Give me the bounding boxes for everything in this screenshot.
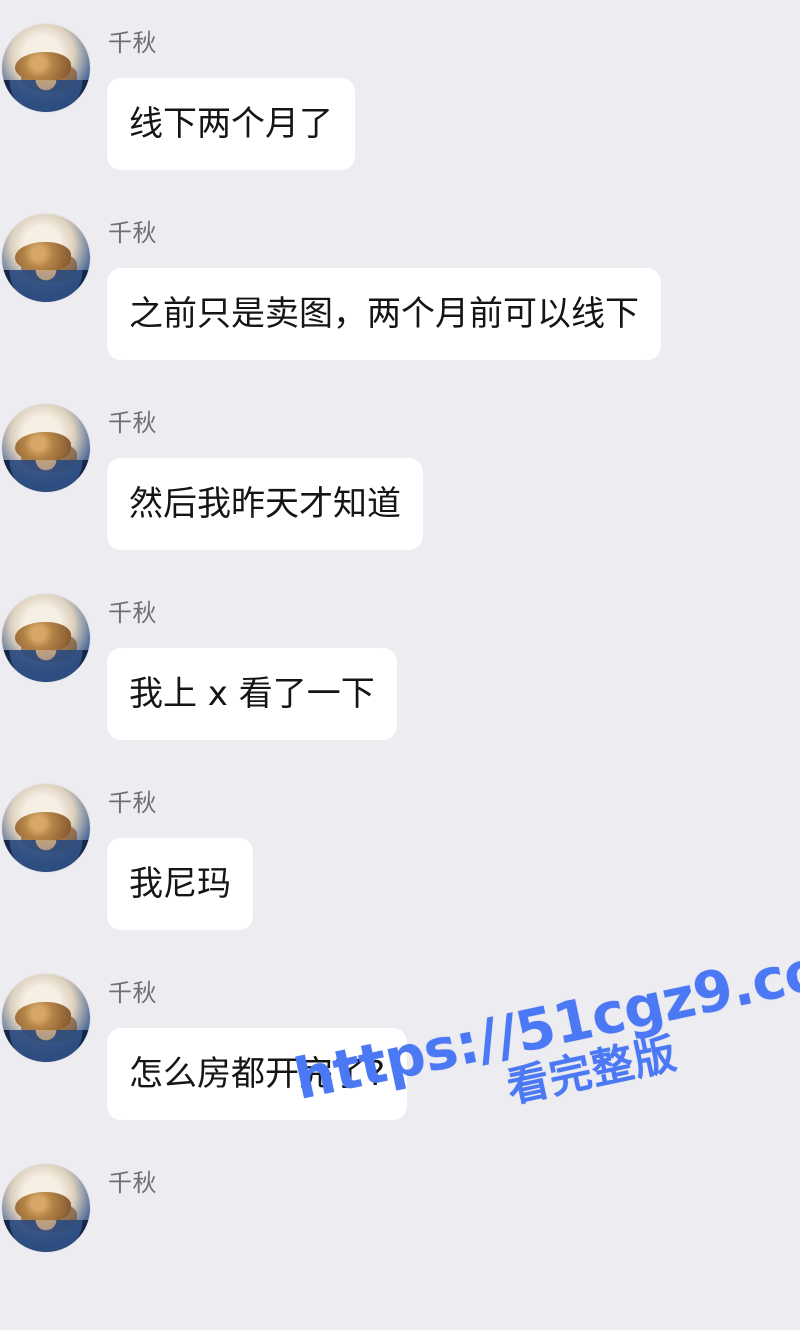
sender-name: 千秋 — [108, 1169, 157, 1197]
message-bubble[interactable]: 之前只是卖图，两个月前可以线下 — [107, 268, 661, 360]
message-5: 千秋 我尼玛 — [0, 760, 800, 950]
message-2: 千秋 之前只是卖图，两个月前可以线下 — [0, 190, 800, 380]
message-1: 千秋 线下两个月了 — [0, 0, 800, 190]
sender-avatar[interactable] — [2, 404, 90, 492]
sender-avatar[interactable] — [2, 594, 90, 682]
message-4: 千秋 我上 x 看了一下 — [0, 570, 800, 760]
sender-avatar[interactable] — [2, 24, 90, 112]
sender-avatar[interactable] — [2, 214, 90, 302]
message-7-partial: 千秋 — [0, 1140, 800, 1330]
message-bubble[interactable]: 我尼玛 — [107, 838, 253, 930]
sender-name: 千秋 — [108, 979, 157, 1007]
message-6: 千秋 怎么房都开完了? — [0, 950, 800, 1140]
message-bubble[interactable]: 怎么房都开完了? — [107, 1028, 408, 1120]
message-bubble[interactable]: 线下两个月了 — [107, 78, 355, 170]
sender-avatar[interactable] — [2, 784, 90, 872]
sender-name: 千秋 — [108, 789, 157, 817]
sender-name: 千秋 — [108, 29, 157, 57]
message-bubble[interactable]: 然后我昨天才知道 — [107, 458, 423, 550]
sender-name: 千秋 — [108, 409, 157, 437]
sender-name: 千秋 — [108, 599, 157, 627]
chat-message-list[interactable]: 千秋 线下两个月了 千秋 之前只是卖图，两个月前可以线下 千秋 然后我昨天才知道… — [0, 0, 800, 1252]
message-bubble[interactable]: 我上 x 看了一下 — [107, 648, 397, 740]
sender-avatar[interactable] — [2, 974, 90, 1062]
message-3: 千秋 然后我昨天才知道 — [0, 380, 800, 570]
sender-avatar[interactable] — [2, 1164, 90, 1252]
sender-name: 千秋 — [108, 219, 157, 247]
